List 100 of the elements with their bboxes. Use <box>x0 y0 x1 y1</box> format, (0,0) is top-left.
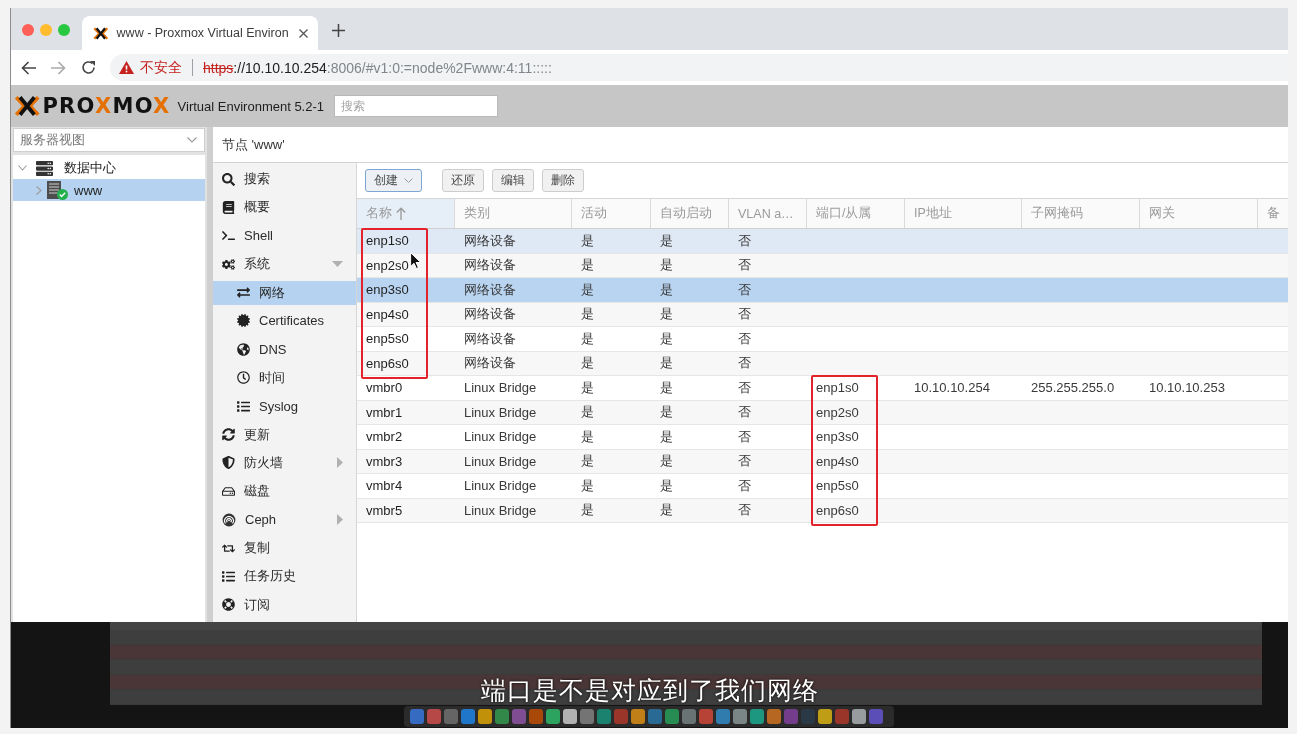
toolbar-button[interactable]: 还原 <box>442 169 484 192</box>
reload-icon[interactable] <box>81 60 96 75</box>
table-cell: 网络设备 <box>464 329 516 348</box>
close-icon[interactable] <box>299 28 308 38</box>
nav-item[interactable]: 复制 <box>213 536 356 561</box>
subtitle-text: 端口是不是对应到了我们网络 <box>480 675 819 706</box>
tree-item[interactable]: www <box>13 179 205 201</box>
table-cell: 是 <box>660 378 673 397</box>
table-row[interactable]: enp1s0 网络设备 是 是 否 <box>357 229 1288 254</box>
nav-item[interactable]: DNS <box>213 337 356 362</box>
table-cell: 是 <box>581 427 594 446</box>
table-cell: 网络设备 <box>464 354 516 373</box>
create-menu-button[interactable]: 创建 <box>365 169 422 192</box>
table-cell: 是 <box>581 501 594 520</box>
proxmox-x-icon <box>14 95 41 117</box>
table-cell: 是 <box>660 354 673 373</box>
table-cell: vmbr3 <box>366 453 403 469</box>
nav-item[interactable]: 更新 <box>213 422 356 447</box>
table-cell: 是 <box>660 329 673 348</box>
maximize-window-icon[interactable] <box>58 24 70 36</box>
seal-icon <box>237 314 250 328</box>
back-arrow-icon[interactable] <box>21 60 36 75</box>
table-row[interactable]: enp3s0 网络设备 是 是 否 <box>357 278 1288 303</box>
list-icon <box>222 569 235 583</box>
table-cell: 是 <box>581 231 594 250</box>
table-cell: 否 <box>738 354 751 373</box>
address-bar[interactable]: 不安全 https://10.10.10.254:8006/#v1:0:=node%2Fwww:4:11::::: <box>110 54 1288 81</box>
chevron-down-icon <box>187 137 197 143</box>
table-cell: 是 <box>581 403 594 422</box>
shield-icon <box>222 456 235 470</box>
nav-item[interactable]: 网络 <box>213 280 356 305</box>
plus-icon[interactable] <box>332 24 345 37</box>
proxmox-logo-text: PROXMOX <box>42 94 171 118</box>
table-row[interactable]: enp6s0 网络设备 是 是 否 <box>357 351 1288 376</box>
table-cell: 是 <box>660 427 673 446</box>
caret-down-icon[interactable] <box>332 261 343 268</box>
nav-item[interactable]: Certificates <box>213 308 356 333</box>
table-row[interactable]: vmbr3 Linux Bridge 是 是 否 enp4s0 <box>357 449 1288 474</box>
table-cell: 是 <box>660 305 673 324</box>
table-cell: enp2s0 <box>366 257 409 273</box>
table-cell: vmbr4 <box>366 478 403 494</box>
nav-item[interactable]: Syslog <box>213 394 356 419</box>
forward-arrow-icon[interactable] <box>51 60 66 75</box>
table-row[interactable]: vmbr5 Linux Bridge 是 是 否 enp6s0 <box>357 498 1288 523</box>
table-cell: Linux Bridge <box>464 380 537 396</box>
caret-right-icon[interactable] <box>337 457 343 469</box>
table-cell: 否 <box>738 403 751 422</box>
table-cell: 是 <box>660 403 673 422</box>
nav-item[interactable]: 订阅 <box>213 592 356 617</box>
chevron-right-icon[interactable] <box>36 185 42 195</box>
table-cell: 否 <box>738 256 751 275</box>
table-cell: 否 <box>738 501 751 520</box>
table-row[interactable]: vmbr1 Linux Bridge 是 是 否 enp2s0 <box>357 400 1288 425</box>
nav-item[interactable]: Shell <box>213 223 356 248</box>
toolbar-button[interactable]: 编辑 <box>492 169 534 192</box>
minimize-window-icon[interactable] <box>40 24 52 36</box>
panel-title: 节点 'www' <box>222 135 285 154</box>
table-cell: enp4s0 <box>366 306 409 322</box>
server-stack-icon <box>36 159 53 177</box>
table-cell: Linux Bridge <box>464 453 537 469</box>
url-text: https://10.10.10.254:8006/#v1:0:=node%2Fwww:4:11::::: <box>203 59 552 76</box>
hard-drive-icon <box>222 484 235 498</box>
list-icon <box>237 399 250 413</box>
table-cell: 是 <box>581 305 594 324</box>
nav-item[interactable]: 任务历史 <box>213 564 356 589</box>
table-cell: 是 <box>660 501 673 520</box>
gears-icon <box>222 257 235 271</box>
caret-right-icon[interactable] <box>337 514 343 526</box>
toolbar-button[interactable]: 删除 <box>542 169 584 192</box>
table-cell: 是 <box>581 280 594 299</box>
nav-item[interactable]: 防火墙 <box>213 450 356 475</box>
book-icon <box>222 200 235 214</box>
table-cell: 是 <box>660 231 673 250</box>
chevron-down-icon[interactable] <box>18 165 27 171</box>
nav-item[interactable]: 时间 <box>213 365 356 390</box>
tree-item[interactable]: 数据中心 <box>13 157 205 179</box>
lifebuoy-icon <box>222 598 235 612</box>
search-field[interactable]: 搜索 <box>334 95 499 117</box>
nav-item[interactable]: 系统 <box>213 252 356 277</box>
nav-item[interactable]: 概要 <box>213 195 356 220</box>
browser-tab[interactable]: www - Proxmox Virtual Environ <box>82 16 318 50</box>
view-selector[interactable]: 服务器视图 <box>13 128 205 152</box>
chevron-down-icon <box>404 178 413 183</box>
nav-item[interactable]: Ceph <box>213 507 356 532</box>
table-row[interactable]: enp2s0 网络设备 是 是 否 <box>357 253 1288 278</box>
clock-icon <box>237 371 250 385</box>
table-cell: 是 <box>660 256 673 275</box>
table-cell: 是 <box>581 476 594 495</box>
table-cell: 否 <box>738 476 751 495</box>
table-cell: enp3s0 <box>816 429 859 445</box>
table-cell: Linux Bridge <box>464 429 537 445</box>
swap-arrows-icon <box>237 286 250 300</box>
nav-item[interactable]: 磁盘 <box>213 479 356 504</box>
terminal-prompt-icon <box>222 229 235 243</box>
table-cell: enp1s0 <box>366 233 409 249</box>
nav-item[interactable]: 搜索 <box>213 167 356 191</box>
table-cell: 否 <box>738 280 751 299</box>
table-cell: vmbr2 <box>366 429 403 445</box>
table-row[interactable]: enp4s0 网络设备 是 是 否 <box>357 302 1288 327</box>
close-window-icon[interactable] <box>22 24 34 36</box>
